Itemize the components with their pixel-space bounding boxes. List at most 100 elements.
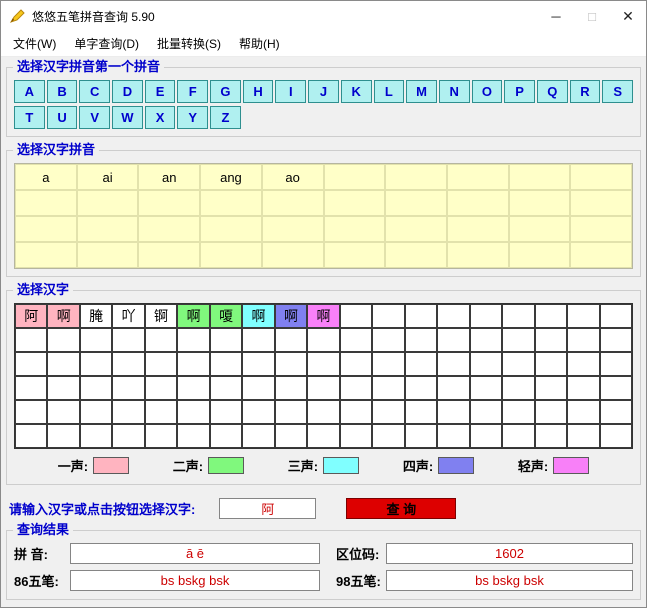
hanzi-cell-啊[interactable]: 啊 <box>242 304 274 328</box>
letter-button-Y[interactable]: Y <box>177 106 208 129</box>
hanzi-cell-empty <box>145 376 177 400</box>
letter-button-U[interactable]: U <box>47 106 78 129</box>
letter-button-Q[interactable]: Q <box>537 80 568 103</box>
hanzi-cell-吖[interactable]: 吖 <box>112 304 144 328</box>
letter-button-O[interactable]: O <box>472 80 503 103</box>
hanzi-input[interactable] <box>219 498 316 519</box>
menu-item-0[interactable]: 文件(W) <box>4 30 65 57</box>
hanzi-cell-empty <box>177 400 209 424</box>
pinyin-cell-ang[interactable]: ang <box>200 164 262 190</box>
legend-swatch <box>438 457 474 474</box>
result-row-pinyin: 拼 音: 区位码: <box>14 543 633 564</box>
hanzi-cell-腌[interactable]: 腌 <box>80 304 112 328</box>
pinyin-cell-ai[interactable]: ai <box>77 164 139 190</box>
letter-button-Z[interactable]: Z <box>210 106 241 129</box>
hanzi-cell-empty <box>177 328 209 352</box>
hanzi-cell-empty <box>15 424 47 448</box>
pinyin-cell-empty <box>200 242 262 268</box>
hanzi-cell-empty <box>47 400 79 424</box>
maximize-button[interactable]: □ <box>574 1 610 31</box>
letter-button-M[interactable]: M <box>406 80 437 103</box>
letter-button-F[interactable]: F <box>177 80 208 103</box>
hanzi-cell-empty <box>600 328 632 352</box>
hanzi-cell-empty <box>535 352 567 376</box>
wubi98-label: 98五笔: <box>336 571 386 590</box>
hanzi-cell-empty <box>405 304 437 328</box>
hanzi-cell-empty <box>405 352 437 376</box>
hanzi-cell-empty <box>372 352 404 376</box>
legend-item-tone5: 轻声: <box>518 456 589 475</box>
letter-button-I[interactable]: I <box>275 80 306 103</box>
pinyin-cell-an[interactable]: an <box>138 164 200 190</box>
hanzi-cell-empty <box>340 400 372 424</box>
pinyin-cell-empty <box>385 190 447 216</box>
window-title: 悠悠五笔拼音查询 5.90 <box>32 8 538 25</box>
hanzi-cell-empty <box>210 328 242 352</box>
letter-button-P[interactable]: P <box>504 80 535 103</box>
letter-button-B[interactable]: B <box>47 80 78 103</box>
letter-button-E[interactable]: E <box>145 80 176 103</box>
letter-button-J[interactable]: J <box>308 80 339 103</box>
legend-item-tone1: 一声: <box>58 456 129 475</box>
pinyin-result-field[interactable] <box>70 543 320 564</box>
hanzi-cell-empty <box>437 400 469 424</box>
hanzi-cell-empty <box>600 352 632 376</box>
minimize-button[interactable]: ─ <box>538 1 574 31</box>
letter-button-N[interactable]: N <box>439 80 470 103</box>
query-button[interactable]: 查 询 <box>346 498 456 519</box>
letter-button-G[interactable]: G <box>210 80 241 103</box>
hanzi-cell-empty <box>307 400 339 424</box>
letter-button-X[interactable]: X <box>145 106 176 129</box>
hanzi-cell-empty <box>437 376 469 400</box>
pinyin-cell-a[interactable]: a <box>15 164 77 190</box>
letter-button-T[interactable]: T <box>14 106 45 129</box>
result-row-wubi: 86五笔: 98五笔: <box>14 570 633 591</box>
hanzi-cell-empty <box>405 376 437 400</box>
letter-button-A[interactable]: A <box>14 80 45 103</box>
pinyin-cell-empty <box>77 216 139 242</box>
hanzi-cell-empty <box>307 424 339 448</box>
hanzi-cell-嗄[interactable]: 嗄 <box>210 304 242 328</box>
close-button[interactable]: ✕ <box>610 1 646 31</box>
letter-button-D[interactable]: D <box>112 80 143 103</box>
letter-button-R[interactable]: R <box>570 80 601 103</box>
hanzi-cell-empty <box>372 376 404 400</box>
legend-label: 轻声: <box>518 456 548 475</box>
pinyin-cell-empty <box>570 190 632 216</box>
hanzi-cell-啊[interactable]: 啊 <box>307 304 339 328</box>
hanzi-cell-empty <box>47 376 79 400</box>
hanzi-cell-empty <box>372 400 404 424</box>
hanzi-cell-empty <box>15 400 47 424</box>
letter-button-S[interactable]: S <box>602 80 633 103</box>
legend-item-tone4: 四声: <box>403 456 474 475</box>
wubi98-field[interactable] <box>386 570 633 591</box>
hanzi-cell-empty <box>307 328 339 352</box>
menu-bar: 文件(W)单字查询(D)批量转换(S)帮助(H) <box>1 31 646 57</box>
hanzi-cell-啊[interactable]: 啊 <box>177 304 209 328</box>
letter-button-K[interactable]: K <box>341 80 372 103</box>
menu-item-3[interactable]: 帮助(H) <box>230 30 289 57</box>
pinyin-cell-empty <box>200 216 262 242</box>
hanzi-cell-阿[interactable]: 阿 <box>15 304 47 328</box>
letter-button-V[interactable]: V <box>79 106 110 129</box>
hanzi-cell-empty <box>600 400 632 424</box>
pinyin-cell-empty <box>509 190 571 216</box>
hanzi-cell-empty <box>340 352 372 376</box>
hanzi-cell-啊[interactable]: 啊 <box>275 304 307 328</box>
hanzi-cell-empty <box>372 328 404 352</box>
hanzi-cell-锕[interactable]: 锕 <box>145 304 177 328</box>
hanzi-cell-empty <box>340 304 372 328</box>
pinyin-cell-empty <box>570 216 632 242</box>
menu-item-2[interactable]: 批量转换(S) <box>148 30 230 57</box>
wubi86-field[interactable] <box>70 570 320 591</box>
app-window: 悠悠五笔拼音查询 5.90 ─ □ ✕ 文件(W)单字查询(D)批量转换(S)帮… <box>0 0 647 608</box>
letter-button-H[interactable]: H <box>243 80 274 103</box>
area-code-field[interactable] <box>386 543 633 564</box>
letter-button-C[interactable]: C <box>79 80 110 103</box>
menu-item-1[interactable]: 单字查询(D) <box>65 30 148 57</box>
pinyin-cell-ao[interactable]: ao <box>262 164 324 190</box>
hanzi-cell-啊[interactable]: 啊 <box>47 304 79 328</box>
letter-button-L[interactable]: L <box>374 80 405 103</box>
pinyin-cell-empty <box>15 242 77 268</box>
letter-button-W[interactable]: W <box>112 106 143 129</box>
